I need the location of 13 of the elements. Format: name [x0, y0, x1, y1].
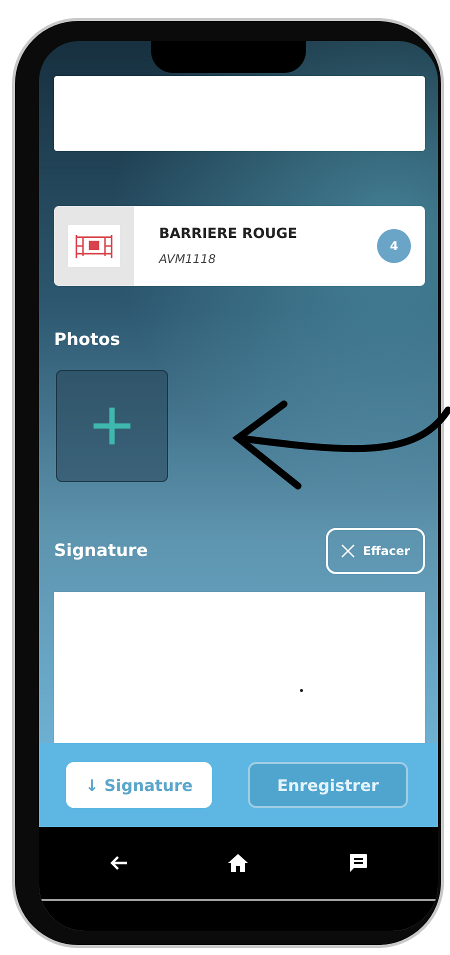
item-name: BARRIERE ROUGE: [159, 226, 298, 242]
clear-button[interactable]: Effacer: [326, 528, 425, 574]
item-code: AVM1118: [159, 252, 217, 266]
ink-dot: [300, 689, 303, 692]
add-photo-button[interactable]: [56, 370, 168, 482]
quantity-badge: 4: [377, 229, 411, 263]
close-icon: [340, 544, 355, 558]
home-icon[interactable]: [226, 851, 250, 875]
signature-heading: Signature: [54, 541, 148, 561]
action-button[interactable]: ↓ Signature: [66, 762, 212, 808]
barrier-icon: [68, 225, 120, 267]
photos-heading: Photos: [54, 330, 122, 350]
item-card[interactable]: BARRIERE ROUGE AVM1118 4: [54, 206, 425, 286]
